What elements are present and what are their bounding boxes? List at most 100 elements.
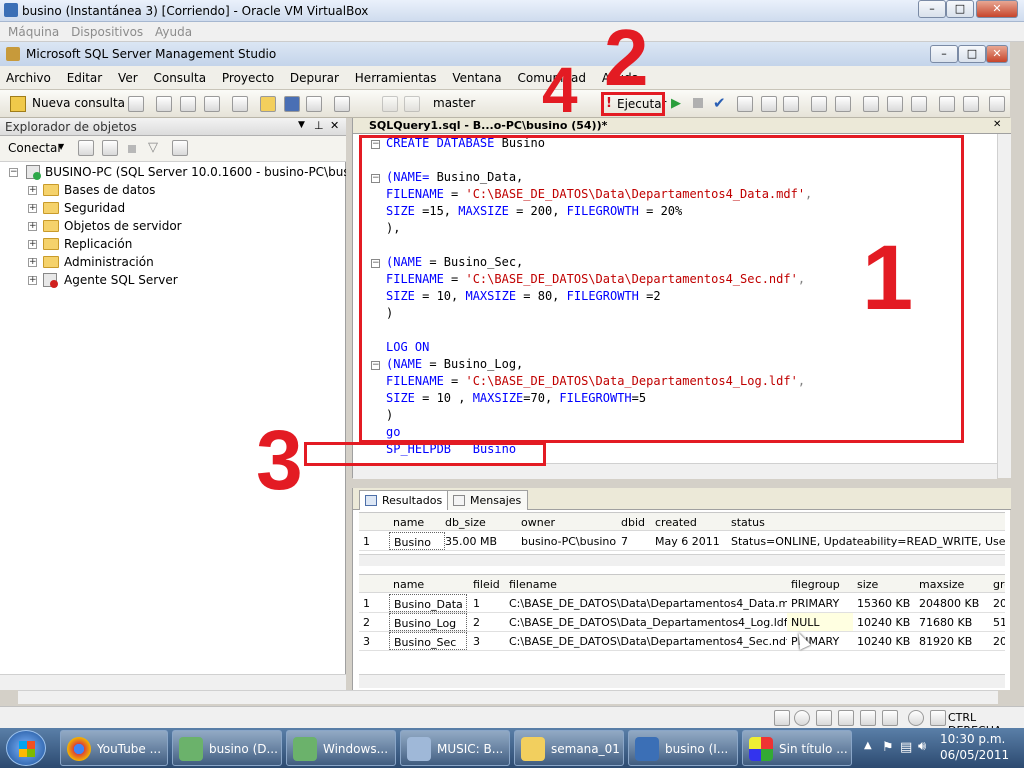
panel-close-icon[interactable]: ✕	[330, 119, 339, 132]
grid-header-cell[interactable]: status	[727, 513, 1005, 531]
tray-arrow-icon[interactable]: ▲	[864, 740, 872, 751]
grid-cell[interactable]: 20	[989, 594, 1005, 612]
grid-cell[interactable]: 1	[469, 594, 505, 612]
grid-cell[interactable]: 2	[469, 613, 505, 631]
tab-resultados[interactable]: Resultados	[359, 490, 450, 510]
grid-header-cell[interactable]: dbid	[617, 513, 651, 531]
toolbar-db-icon-2[interactable]	[156, 96, 172, 112]
task-busino-d[interactable]: busino (D...	[172, 730, 282, 766]
toolbar-icon-b[interactable]	[761, 96, 777, 112]
vbox-menu-maquina[interactable]: Máquina	[8, 25, 59, 39]
grid-header-cell[interactable]: name	[389, 575, 467, 593]
ssms-minimize-button[interactable]: –	[930, 45, 958, 63]
grid-cell[interactable]: 10240 KB	[853, 632, 913, 650]
ssms-bottom-scroll[interactable]	[18, 690, 998, 704]
connect-button[interactable]: Conectar	[8, 141, 62, 155]
new-query-button[interactable]: Nueva consulta	[32, 96, 125, 110]
toolbar-icon-a[interactable]	[737, 96, 753, 112]
tree-node-administracion[interactable]: + Administración	[0, 254, 346, 272]
expand-icon[interactable]: +	[28, 186, 37, 195]
tab-close-icon[interactable]: ✕	[993, 119, 1001, 130]
chevron-down-icon[interactable]: ▼	[58, 142, 64, 151]
task-busino-i[interactable]: busino (I...	[628, 730, 738, 766]
toolbar-page-icon[interactable]	[232, 96, 248, 112]
grid-cell[interactable]: C:\BASE_DE_DATOS\Data_Departamentos4_Log…	[505, 613, 787, 631]
toolbar-icon-c[interactable]	[783, 96, 799, 112]
grid-cell[interactable]: C:\BASE_DE_DATOS\Data\Departamentos4_Dat…	[505, 594, 787, 612]
grid-header-cell[interactable]: db_size	[441, 513, 517, 531]
disconnect-icon[interactable]	[102, 140, 118, 156]
query-tab[interactable]: SQLQuery1.sql - B...o-PC\busino (54))* ✕	[353, 118, 1011, 134]
grid-cell[interactable]: busino-PC\busino	[517, 532, 617, 550]
save-icon[interactable]	[284, 96, 300, 112]
toolbar-icon-f[interactable]	[863, 96, 879, 112]
grid-header-cell[interactable]: filegroup	[787, 575, 853, 593]
results-grid-2[interactable]: name fileid filename filegroup size maxsize gr…	[359, 574, 1005, 674]
menu-proyecto[interactable]: Proyecto	[216, 66, 280, 85]
grid-cell[interactable]: 20	[989, 632, 1005, 650]
toolbar-icon-i[interactable]	[939, 96, 955, 112]
toolbar-db-icon-4[interactable]	[204, 96, 220, 112]
menu-herramientas[interactable]: Herramientas	[349, 66, 443, 85]
grid-cell[interactable]: 204800 KB	[915, 594, 989, 612]
menu-depurar[interactable]: Depurar	[284, 66, 345, 85]
grid-cell[interactable]: Busino_Data	[389, 594, 467, 612]
toolbar-icon-h[interactable]	[911, 96, 927, 112]
grid-header-cell[interactable]: gro	[989, 575, 1005, 593]
grid-header-cell[interactable]: maxsize	[915, 575, 989, 593]
minimize-button[interactable]: –	[918, 0, 946, 18]
start-button[interactable]	[6, 730, 46, 766]
grid-cell[interactable]: 3	[469, 632, 505, 650]
grid-header-cell[interactable]: fileid	[469, 575, 505, 593]
grid1-hscroll[interactable]	[359, 554, 1005, 566]
grid-header-cell[interactable]: filename	[505, 575, 787, 593]
grid-cell[interactable]: 81920 KB	[915, 632, 989, 650]
tree-node-agente-sql[interactable]: + Agente SQL Server	[0, 272, 346, 290]
grid-cell[interactable]: 7	[617, 532, 651, 550]
vbox-menu-dispositivos[interactable]: Dispositivos	[71, 25, 143, 39]
expand-icon[interactable]: +	[28, 240, 37, 249]
pin-icon[interactable]: ⊥	[314, 119, 324, 132]
grid-cell[interactable]: Busino_Sec	[389, 632, 467, 650]
grid-header-cell[interactable]: owner	[517, 513, 617, 531]
collapse-icon[interactable]: −	[9, 168, 18, 177]
toolbar-icon-g[interactable]	[887, 96, 903, 112]
task-music[interactable]: MUSIC: B...	[400, 730, 510, 766]
menu-ventana[interactable]: Ventana	[446, 66, 507, 85]
menu-ver[interactable]: Ver	[112, 66, 144, 85]
grid-cell[interactable]: May 6 2011	[651, 532, 727, 550]
clock-time[interactable]: 10:30 p.m.	[940, 732, 1005, 746]
toolbar-icon-e[interactable]	[835, 96, 851, 112]
toolbar-icon-d[interactable]	[811, 96, 827, 112]
flag-icon[interactable]: ⚑	[882, 740, 894, 755]
grid-cell[interactable]: Busino	[389, 532, 445, 550]
toolbar-icon-k[interactable]	[989, 96, 1005, 112]
expand-icon[interactable]: +	[28, 204, 37, 213]
tree-server-node[interactable]: − BUSINO-PC (SQL Server 10.0.1600 - busi…	[0, 164, 373, 182]
grid-cell[interactable]: 71680 KB	[915, 613, 989, 631]
grid-cell[interactable]: 51	[989, 613, 1005, 631]
expand-icon[interactable]: +	[28, 258, 37, 267]
toolbar-db-icon-1[interactable]	[128, 96, 144, 112]
debug-play-icon[interactable]: ▶	[671, 96, 681, 111]
editor-vscroll[interactable]	[997, 134, 1011, 478]
expand-icon[interactable]: +	[28, 276, 37, 285]
menu-editar[interactable]: Editar	[61, 66, 109, 85]
results-grid-1[interactable]: name db_size owner dbid created status 1 Busino…	[359, 512, 1005, 556]
task-windows[interactable]: Windows...	[286, 730, 396, 766]
task-paint[interactable]: Sin título ...	[742, 730, 852, 766]
grid-header-cell[interactable]: size	[853, 575, 913, 593]
tab-mensajes[interactable]: Mensajes	[447, 490, 529, 510]
maximize-button[interactable]: □	[946, 0, 974, 18]
grid-header-cell[interactable]: created	[651, 513, 727, 531]
grid-cell[interactable]: C:\BASE_DE_DATOS\Data\Departamentos4_Sec…	[505, 632, 787, 650]
expand-icon[interactable]: +	[28, 222, 37, 231]
ssms-close-button[interactable]: ✕	[986, 45, 1008, 63]
refresh-icon[interactable]	[172, 140, 188, 156]
toolbar-icon-j[interactable]	[963, 96, 979, 112]
tree-node-seguridad[interactable]: + Seguridad	[0, 200, 346, 218]
grid-cell[interactable]: Status=ONLINE, Updateability=READ_WRITE,…	[727, 532, 1005, 550]
task-semana[interactable]: semana_01	[514, 730, 624, 766]
vbox-menu-ayuda[interactable]: Ayuda	[155, 25, 192, 39]
print-icon[interactable]	[306, 96, 322, 112]
